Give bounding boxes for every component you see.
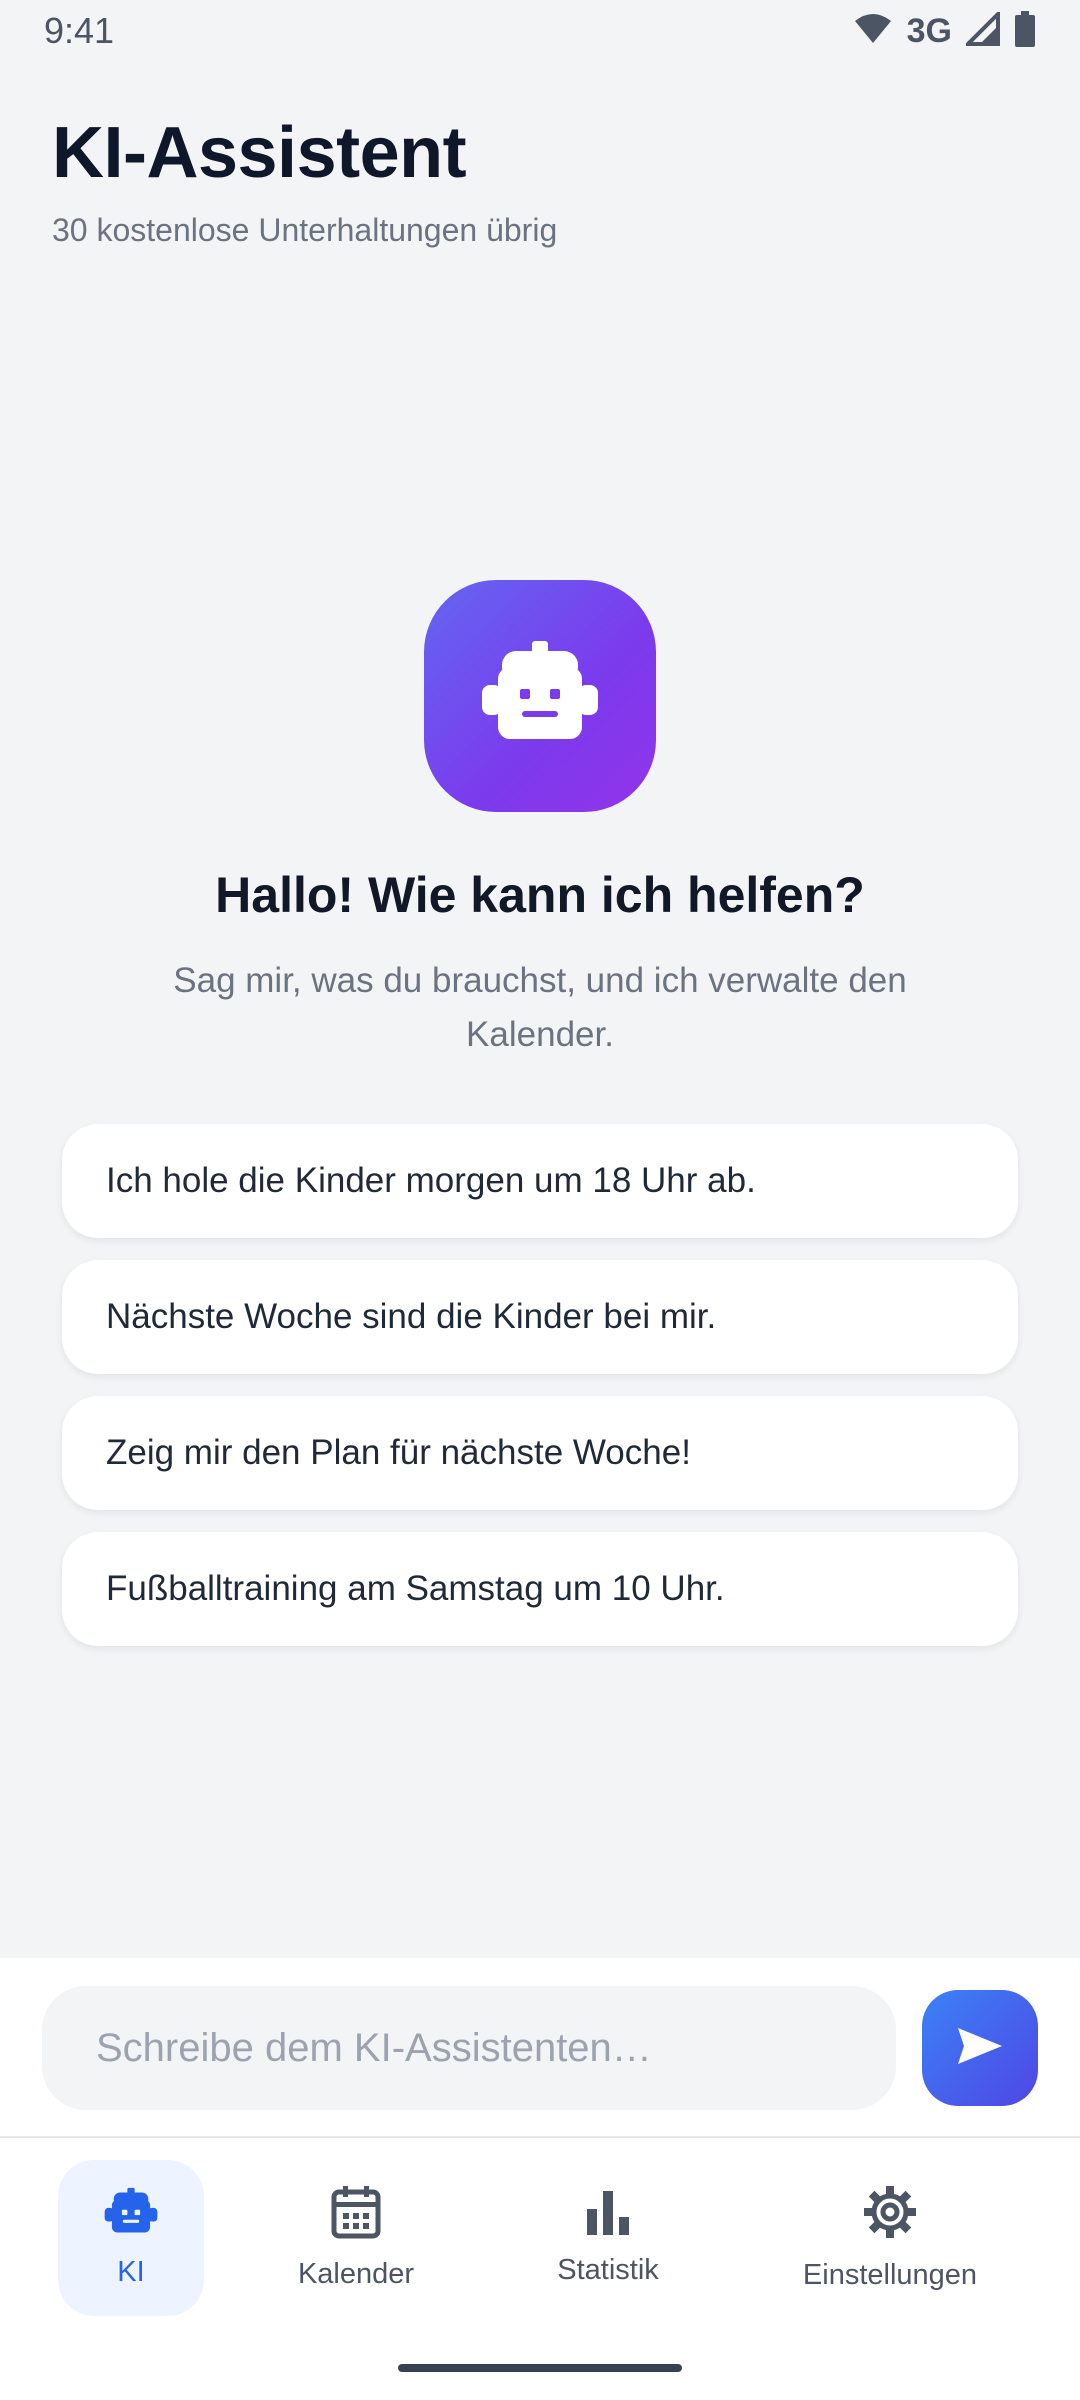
- nav-item-einstellungen[interactable]: Einstellungen: [770, 2160, 1010, 2316]
- greeting-description: Sag mir, was du brauchst, und ich verwal…: [173, 961, 907, 1054]
- status-time: 9:41: [44, 10, 115, 51]
- robot-icon: [480, 639, 600, 754]
- robot-icon: [103, 2187, 159, 2242]
- assistant-avatar: [424, 580, 656, 812]
- nav-label: Kalender: [297, 2258, 415, 2290]
- calendar-icon: [331, 2185, 381, 2244]
- status-icons: 3G: [853, 8, 1036, 52]
- network-type: 3G: [906, 11, 952, 50]
- status-bar: 9:41 3G: [0, 0, 1080, 62]
- nav-label: Einstellungen: [802, 2259, 978, 2291]
- header: KI-Assistent 30 kostenlose Unterhaltunge…: [52, 112, 557, 249]
- message-input[interactable]: [42, 1986, 896, 2110]
- home-indicator[interactable]: [398, 2364, 682, 2372]
- bar-chart-icon: [585, 2189, 631, 2240]
- suggestion-chip[interactable]: Fußballtraining am Samstag um 10 Uhr.: [62, 1532, 1018, 1646]
- suggestion-chip[interactable]: Zeig mir den Plan für nächste Woche!: [62, 1396, 1018, 1510]
- nav-item-statistik[interactable]: Statistik: [528, 2160, 688, 2316]
- bottom-nav: KI Kalender Statistik Einstellungen: [0, 2138, 1080, 2400]
- message-composer: [0, 1958, 1080, 2138]
- greeting-heading: Hallo! Wie kann ich helfen?: [215, 867, 865, 923]
- nav-label: Statistik: [557, 2254, 659, 2286]
- wifi-icon: [853, 13, 893, 50]
- send-icon: [956, 2026, 1004, 2071]
- conversations-remaining: 30 kostenlose Unterhaltungen übrig: [52, 212, 558, 248]
- page-title: KI-Assistent: [52, 113, 467, 193]
- battery-icon: [1014, 10, 1036, 52]
- signal-icon: [963, 8, 1000, 51]
- nav-item-kalender[interactable]: Kalender: [276, 2160, 436, 2316]
- screen: 9:41 3G KI-Assistent 30 kostenlose Unter…: [0, 0, 1080, 2400]
- nav-label: KI: [117, 2256, 145, 2288]
- send-button[interactable]: [922, 1990, 1038, 2106]
- gear-icon: [862, 2184, 918, 2245]
- suggestion-chip[interactable]: Ich hole die Kinder morgen um 18 Uhr ab.: [62, 1124, 1018, 1238]
- nav-item-ki[interactable]: KI: [58, 2160, 204, 2316]
- suggestion-chip[interactable]: Nächste Woche sind die Kinder bei mir.: [62, 1260, 1018, 1374]
- suggestion-list: Ich hole die Kinder morgen um 18 Uhr ab.…: [62, 1124, 1018, 1668]
